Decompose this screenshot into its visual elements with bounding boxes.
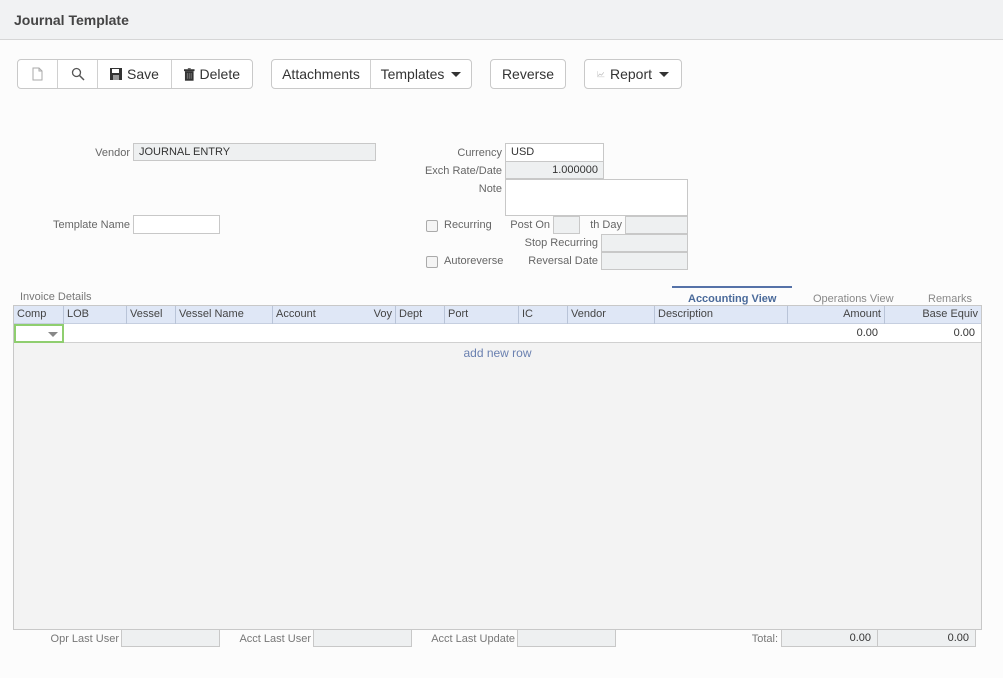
grid-header: Comp LOB Vessel Vessel Name Account Voy … [14,306,981,324]
reverse-label: Reverse [501,66,555,82]
caret-down-icon [659,71,669,77]
reversal-date-input[interactable] [601,252,688,270]
th-day-input[interactable] [625,216,688,234]
column-header-description[interactable]: Description [655,306,788,324]
table-row[interactable]: 0.00 0.00 [14,324,981,343]
caret-down-icon [451,71,462,77]
save-icon [110,68,123,80]
add-new-row-link[interactable]: add new row [14,346,981,360]
total-label: Total: [751,633,778,645]
tab-operations-view[interactable]: Operations View [813,293,894,305]
column-header-amount[interactable]: Amount [788,306,885,324]
column-header-vessel[interactable]: Vessel [127,306,176,324]
comp-select[interactable] [14,324,64,343]
acct-last-update-field [517,629,616,647]
attachments-label: Attachments [282,66,360,82]
page-title: Journal Template [14,12,129,28]
invoice-details-label: Invoice Details [20,291,92,303]
report-dropdown-button[interactable]: Report [585,60,681,88]
opr-last-user-field [121,629,220,647]
currency-input[interactable]: USD [505,143,604,162]
record-actions-group: Save Delete [17,59,253,89]
currency-label: Currency [457,147,502,159]
opr-last-user-label: Opr Last User [50,633,119,645]
column-header-comp[interactable]: Comp [14,306,64,324]
column-header-base-equiv[interactable]: Base Equiv [885,306,981,324]
save-button[interactable]: Save [98,60,172,88]
exch-rate-label: Exch Rate/Date [424,165,502,177]
report-label: Report [609,66,652,82]
column-header-port[interactable]: Port [445,306,519,324]
column-header-voy[interactable]: Voy [360,306,396,324]
column-header-ic[interactable]: IC [519,306,568,324]
stop-recurring-label: Stop Recurring [524,237,598,249]
base-equiv-cell[interactable]: 0.00 [885,324,979,343]
tab-accounting-view[interactable]: Accounting View [688,293,776,305]
invoice-details-grid: Comp LOB Vessel Vessel Name Account Voy … [13,305,982,630]
line-chart-icon [597,71,605,78]
reverse-group: Reverse [490,59,566,89]
post-on-label: Post On [510,219,550,231]
attachments-templates-group: Attachments Templates [271,59,472,89]
vendor-label: Vendor [95,147,130,159]
acct-last-update-label: Acct Last Update [431,633,515,645]
templates-dropdown-button[interactable]: Templates [371,60,471,88]
new-button[interactable] [18,60,58,88]
report-group: Report [584,59,682,89]
column-header-vendor[interactable]: Vendor [568,306,655,324]
stop-recurring-input[interactable] [601,234,688,252]
exch-rate-field[interactable]: 1.000000 [505,161,604,179]
template-name-input[interactable] [133,215,220,234]
active-tab-indicator [672,286,792,288]
dropdown-arrow-icon [48,332,58,337]
autoreverse-label: Autoreverse [444,255,504,267]
recurring-checkbox[interactable] [426,220,438,232]
note-textarea[interactable] [505,179,688,216]
delete-label: Delete [199,66,240,82]
search-button[interactable] [58,60,98,88]
recurring-label: Recurring [444,219,492,231]
acct-last-user-field [313,629,412,647]
template-name-label: Template Name [52,219,130,231]
vendor-field[interactable]: JOURNAL ENTRY [133,143,376,161]
column-header-dept[interactable]: Dept [396,306,445,324]
search-icon [71,67,85,81]
note-label: Note [478,183,502,195]
tab-remarks[interactable]: Remarks [928,293,972,305]
th-day-label: th Day [590,219,622,231]
total-base-equiv-field: 0.00 [877,629,976,647]
acct-last-user-label: Acct Last User [239,633,311,645]
amount-cell[interactable]: 0.00 [788,324,882,343]
attachments-button[interactable]: Attachments [272,60,371,88]
column-header-vessel-name[interactable]: Vessel Name [176,306,273,324]
total-amount-field: 0.00 [781,629,878,647]
trash-icon [184,67,195,81]
column-header-lob[interactable]: LOB [64,306,127,324]
save-label: Save [127,66,159,82]
post-on-input[interactable] [553,216,580,234]
title-bar: Journal Template [0,0,1003,40]
reversal-date-label: Reversal Date [528,255,598,267]
reverse-button[interactable]: Reverse [491,60,565,88]
templates-label: Templates [380,66,445,82]
delete-button[interactable]: Delete [172,60,252,88]
autoreverse-checkbox[interactable] [426,256,438,268]
new-document-icon [32,67,43,81]
